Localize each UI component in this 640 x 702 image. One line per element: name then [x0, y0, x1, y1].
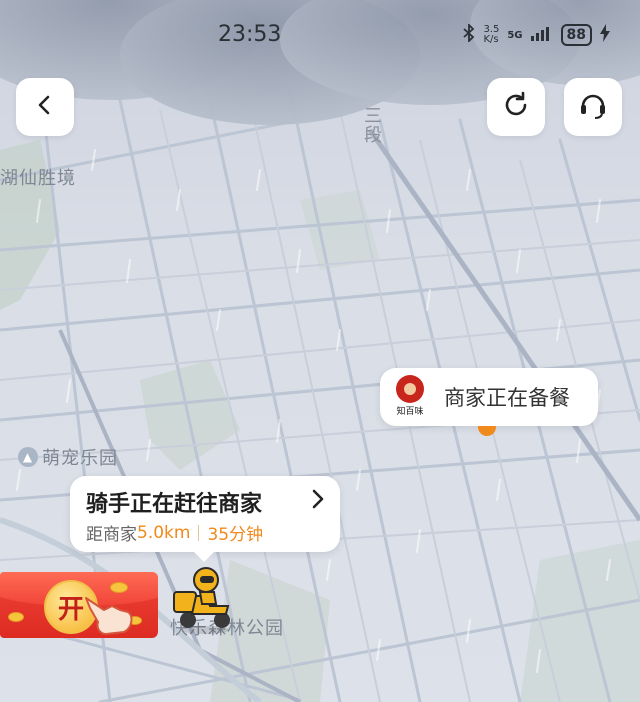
refresh-icon: [501, 90, 531, 124]
signal-icon: [530, 25, 553, 45]
merchant-logo-text: 知百味: [396, 407, 424, 417]
map-label-district: 三段: [361, 106, 382, 144]
rider-scooter-icon: [170, 566, 240, 634]
distance-label: 距商家: [86, 525, 137, 545]
coin-decoration: [8, 612, 24, 622]
map-poi-pet-park[interactable]: ▲ 萌宠乐园: [18, 444, 118, 470]
back-button[interactable]: [16, 78, 74, 136]
merchant-logo: 知百味: [392, 375, 428, 419]
chevron-right-icon: [312, 489, 324, 514]
status-time: 23:53: [218, 22, 282, 47]
rider-status-bubble[interactable]: 骑手正在赶往商家 距商家 5.0km 35分钟: [70, 476, 340, 562]
status-indicators: 3.5 K/s 5G 88: [463, 22, 610, 46]
network-speed: 3.5 K/s: [483, 25, 499, 45]
merchant-status-bubble[interactable]: 知百味 商家正在备餐: [380, 368, 598, 426]
rider-status-title: 骑手正在赶往商家: [86, 492, 263, 517]
pointing-hand-icon: [82, 592, 138, 640]
headset-icon: [577, 89, 609, 125]
merchant-logo-image: [396, 375, 424, 403]
rider-distance-info: 距商家 5.0km 35分钟: [86, 520, 264, 546]
bluetooth-icon: [463, 22, 475, 46]
poi-pin-icon: ▲: [18, 447, 38, 467]
refresh-button[interactable]: [487, 78, 545, 136]
charging-icon: [600, 24, 610, 46]
merchant-status-text: 商家正在备餐: [444, 386, 570, 410]
network-type: 5G: [507, 29, 523, 41]
map-label-scenic-area: 湖仙胜境: [0, 168, 76, 189]
status-bar: 23:53 3.5 K/s 5G 88: [0, 0, 640, 70]
map-poi-label: 萌宠乐园: [42, 448, 118, 469]
network-speed-unit: K/s: [483, 34, 499, 45]
chevron-left-icon: [33, 93, 57, 121]
customer-service-button[interactable]: [564, 78, 622, 136]
battery-level: 88: [560, 24, 592, 46]
divider: [198, 524, 200, 541]
distance-value: 5.0km: [137, 522, 191, 543]
eta-value: 35分钟: [207, 525, 264, 545]
